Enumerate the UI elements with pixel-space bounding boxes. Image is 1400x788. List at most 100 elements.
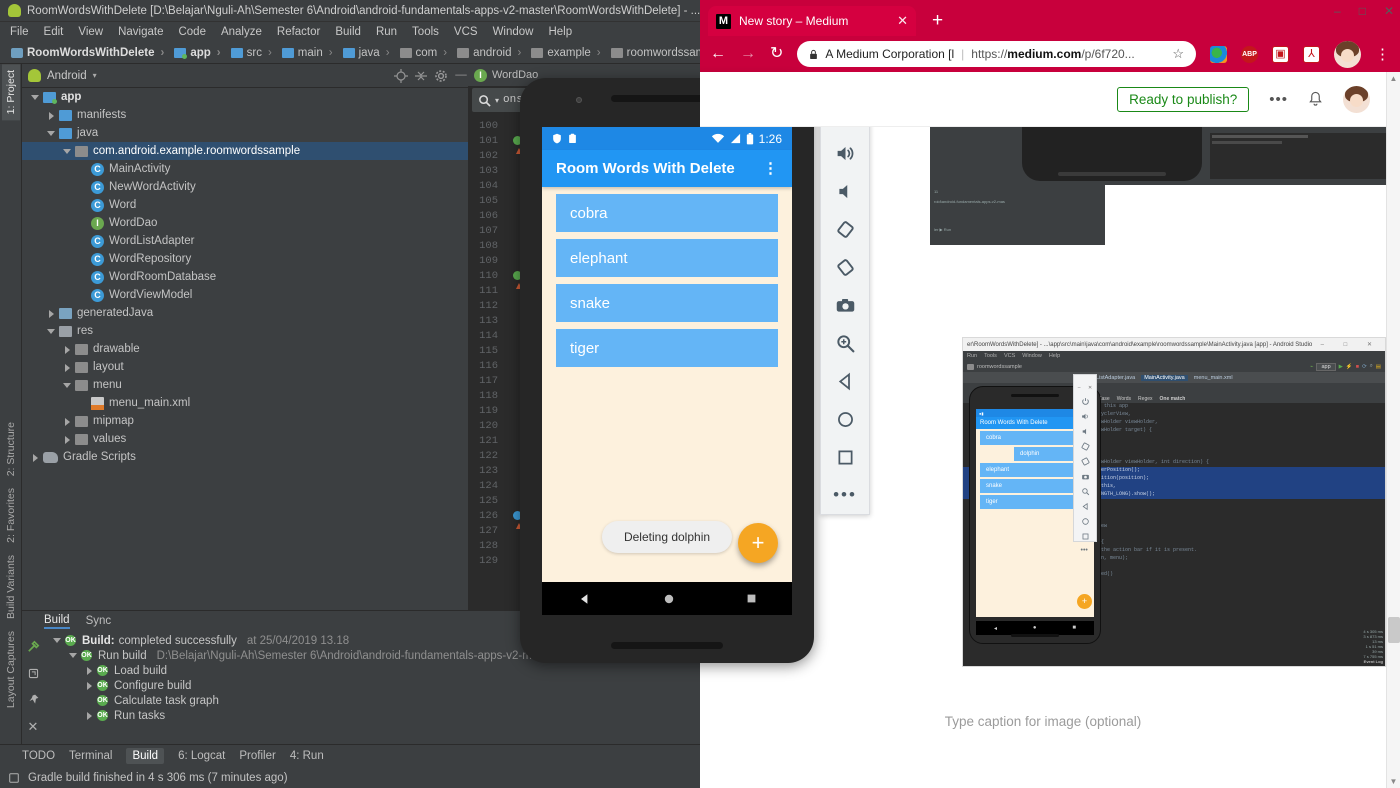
menu-help[interactable]: Help — [548, 26, 572, 38]
disclosure-triangle[interactable] — [78, 290, 89, 301]
menu-file[interactable]: File — [10, 26, 29, 38]
restart-icon[interactable] — [27, 667, 40, 680]
build-window-actions[interactable]: ✕ — [22, 631, 44, 744]
page-scrollbar[interactable]: ▲ ▼ — [1386, 72, 1400, 788]
menu-refactor[interactable]: Refactor — [277, 26, 320, 38]
tree-node-wordroomdatabase[interactable]: C WordRoomDatabase — [22, 268, 468, 286]
maximize-button[interactable]: □ — [1359, 4, 1366, 18]
menu-tools[interactable]: Tools — [412, 26, 439, 38]
breadcrumb-item-example[interactable]: example › — [528, 47, 605, 59]
list-item[interactable]: tiger — [556, 329, 778, 367]
disclosure-triangle[interactable] — [30, 452, 41, 463]
tree-node-values[interactable]: values — [22, 430, 468, 448]
disclosure-triangle[interactable] — [62, 434, 73, 445]
menu-navigate[interactable]: Navigate — [118, 26, 163, 38]
tree-node-generatedjava[interactable]: generatedJava — [22, 304, 468, 322]
disclosure-triangle[interactable] — [84, 680, 95, 691]
studio-menu-bar[interactable]: File Edit View Navigate Code Analyze Ref… — [0, 22, 706, 42]
volume-up-icon[interactable] — [823, 134, 867, 172]
tree-node-menu[interactable]: menu — [22, 376, 468, 394]
disclosure-triangle[interactable] — [78, 200, 89, 211]
menu-vcs[interactable]: VCS — [454, 26, 478, 38]
close-icon[interactable]: ✕ — [28, 719, 39, 735]
disclosure-triangle[interactable] — [46, 326, 57, 337]
breadcrumb-item-app[interactable]: app › — [171, 47, 225, 59]
tab-build[interactable]: Build — [44, 614, 70, 629]
build-step-row[interactable]: OK Load build — [46, 663, 706, 678]
studio-status-bar[interactable]: TODO Terminal Build 6: Logcat Profiler 4… — [0, 744, 706, 788]
sidebar-item-layout-captures[interactable]: Layout Captures — [2, 625, 20, 714]
build-hammer-icon[interactable] — [26, 639, 41, 654]
disclosure-triangle[interactable] — [78, 272, 89, 283]
window-controls[interactable]: – □ ✕ — [1334, 4, 1394, 18]
disclosure-triangle[interactable] — [78, 164, 89, 175]
breadcrumb-item-main[interactable]: main › — [279, 47, 338, 59]
profile-avatar[interactable] — [1334, 40, 1361, 68]
disclosure-triangle[interactable] — [62, 362, 73, 373]
tree-node-layout[interactable]: layout — [22, 358, 468, 376]
user-avatar[interactable] — [1343, 85, 1370, 113]
project-view-header[interactable]: Android ▾ — — [22, 64, 468, 88]
tree-node-newwordactivity[interactable]: C NewWordActivity — [22, 178, 468, 196]
menu-analyze[interactable]: Analyze — [221, 26, 262, 38]
disclosure-triangle[interactable] — [78, 398, 89, 409]
emulator-screen[interactable]: 1:26 Room Words With Delete ⋮ cobra elep… — [542, 127, 792, 615]
reload-icon[interactable]: ↻ — [770, 46, 783, 62]
gear-icon[interactable] — [434, 69, 448, 83]
bell-icon[interactable] — [1308, 91, 1323, 107]
sidebar-item-project[interactable]: 1: Project — [1, 64, 20, 121]
volume-down-icon[interactable] — [823, 172, 867, 210]
pin-icon[interactable] — [27, 693, 40, 706]
locate-icon[interactable] — [394, 68, 408, 83]
menu-run[interactable]: Run — [376, 26, 397, 38]
disclosure-triangle[interactable] — [84, 710, 95, 721]
minimize-button[interactable]: – — [1334, 4, 1341, 18]
breadcrumb-item-android[interactable]: android › — [454, 47, 526, 59]
sidebar-item-structure[interactable]: 2: Structure — [2, 416, 20, 482]
disclosure-triangle[interactable] — [62, 344, 73, 355]
disclosure-triangle[interactable] — [62, 380, 73, 391]
image-caption-input[interactable]: Type caption for image (optional) — [700, 714, 1386, 729]
disclosure-triangle[interactable] — [46, 110, 57, 121]
chrome-menu-icon[interactable]: ⋮ — [1375, 47, 1390, 62]
menu-view[interactable]: View — [78, 26, 103, 38]
breadcrumb-item-roomwordssample[interactable]: roomwordssample› — [608, 47, 706, 59]
tree-node-wordrepository[interactable]: C WordRepository — [22, 250, 468, 268]
tree-rows[interactable]: app manifests java com.android.example.room… — [22, 88, 468, 466]
tree-node-manifests[interactable]: manifests — [22, 106, 468, 124]
sidebar-item-build-variants[interactable]: Build Variants — [2, 549, 20, 625]
back-icon[interactable]: ← — [710, 46, 726, 62]
disclosure-triangle[interactable] — [52, 635, 63, 646]
emulator-toolbar[interactable]: – ✕ ••• — [820, 76, 870, 515]
address-bar[interactable]: A Medium Corporation [l | https://medium… — [797, 41, 1196, 67]
tree-node-app[interactable]: app — [22, 88, 468, 106]
close-icon[interactable]: ✕ — [897, 13, 908, 29]
project-tree-panel[interactable]: Android ▾ — app manifests java com.android.… — [22, 64, 468, 650]
tree-node-mainactivity[interactable]: C MainActivity — [22, 160, 468, 178]
scrollbar-thumb[interactable] — [1388, 617, 1400, 643]
breadcrumb-item-com[interactable]: com › — [397, 47, 453, 59]
overview-icon[interactable] — [823, 438, 867, 476]
disclosure-triangle[interactable] — [78, 182, 89, 193]
tab-run[interactable]: 4: Run — [290, 750, 324, 762]
tab-logcat[interactable]: 6: Logcat — [178, 750, 225, 762]
list-item[interactable]: elephant — [556, 239, 778, 277]
tree-node-wordviewmodel[interactable]: C WordViewModel — [22, 286, 468, 304]
disclosure-triangle[interactable] — [84, 665, 95, 676]
build-step-row[interactable]: OK Calculate task graph — [46, 693, 706, 708]
menu-build[interactable]: Build — [335, 26, 361, 38]
embedded-screenshot[interactable]: er\RoomWordsWithDelete] - ...\app\src\ma… — [962, 337, 1386, 667]
tab-build-bottom[interactable]: Build — [126, 748, 165, 764]
hide-icon[interactable]: — — [454, 69, 468, 83]
new-tab-button[interactable]: + — [932, 11, 943, 30]
list-item[interactable]: snake — [556, 284, 778, 322]
more-icon[interactable]: ••• — [823, 476, 867, 514]
word-recycler-view[interactable]: cobra elephant snake tiger — [542, 187, 792, 381]
tab-terminal[interactable]: Terminal — [69, 750, 112, 762]
ready-to-publish-button[interactable]: Ready to publish? — [1117, 86, 1250, 112]
back-icon[interactable] — [823, 362, 867, 400]
breadcrumb-item-src[interactable]: src › — [228, 47, 277, 59]
chevron-down-icon[interactable]: ▾ — [495, 96, 499, 105]
tree-node-mipmap[interactable]: mipmap — [22, 412, 468, 430]
menu-edit[interactable]: Edit — [44, 26, 64, 38]
